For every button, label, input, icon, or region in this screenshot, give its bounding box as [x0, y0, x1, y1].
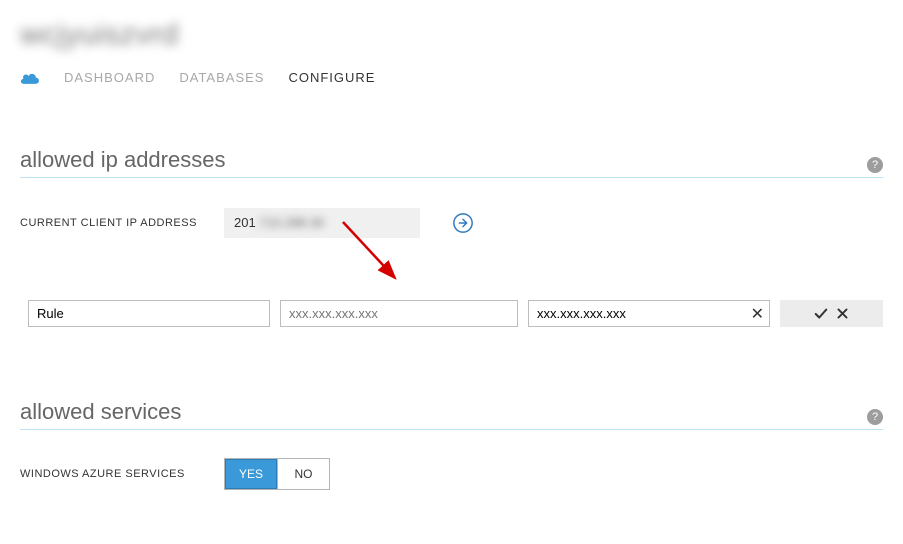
current-ip-label: CURRENT CLIENT IP ADDRESS	[20, 217, 224, 229]
section-title-ip: allowed ip addresses	[20, 147, 225, 173]
current-ip-prefix: 201	[234, 215, 256, 230]
cloud-icon	[20, 71, 40, 85]
help-icon[interactable]: ?	[867, 157, 883, 173]
windows-azure-label: WINDOWS AZURE SERVICES	[20, 468, 224, 480]
add-current-ip-button[interactable]	[452, 212, 474, 234]
confirm-rule-icon[interactable]	[813, 306, 829, 322]
rule-row: ✕	[20, 300, 883, 327]
tab-dashboard[interactable]: DASHBOARD	[64, 70, 155, 85]
server-name-title: wcjyuiszvrd	[20, 18, 883, 52]
current-ip-blurred: .710.288.30	[256, 215, 325, 230]
tab-bar: DASHBOARD DATABASES CONFIGURE	[0, 52, 903, 91]
rule-name-input[interactable]	[28, 300, 270, 327]
rule-actions	[780, 300, 883, 327]
azure-services-toggle: YES NO	[224, 458, 330, 490]
current-ip-value: 201.710.288.30	[224, 208, 420, 238]
rule-end-ip-input[interactable]	[528, 300, 770, 327]
tab-configure[interactable]: CONFIGURE	[288, 70, 375, 85]
tab-databases[interactable]: DATABASES	[179, 70, 264, 85]
cancel-rule-icon[interactable]	[835, 306, 851, 322]
toggle-no[interactable]: NO	[277, 459, 329, 489]
toggle-yes[interactable]: YES	[225, 459, 277, 489]
help-icon[interactable]: ?	[867, 409, 883, 425]
rule-start-ip-input[interactable]	[280, 300, 518, 327]
section-title-services: allowed services	[20, 399, 181, 425]
clear-input-icon[interactable]: ✕	[751, 304, 764, 324]
